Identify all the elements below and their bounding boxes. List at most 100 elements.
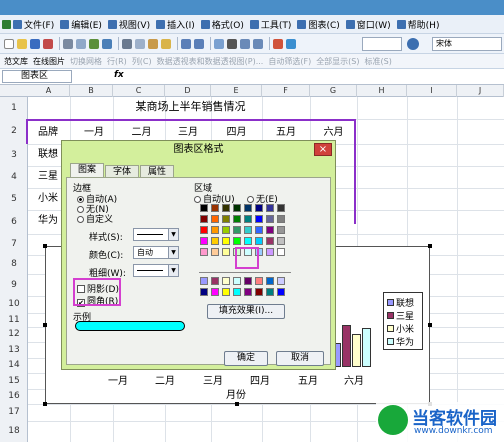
chart-handle[interactable] [43, 323, 47, 327]
palette-swatch[interactable] [233, 215, 241, 223]
palette-swatch[interactable] [222, 248, 230, 256]
open-folder-icon[interactable] [17, 38, 27, 49]
row-header[interactable]: 5 [0, 188, 28, 210]
weight-combobox[interactable]: ▼ [133, 264, 179, 277]
fill-effects-button[interactable]: 填充效果(I)... [207, 304, 285, 319]
chart-legend[interactable]: 联想 三星 小米 华为 [383, 292, 423, 350]
menu-item[interactable]: 文件(F) [13, 18, 54, 31]
row-header[interactable]: 3 [0, 144, 28, 166]
palette-swatch[interactable] [200, 215, 208, 223]
save-icon[interactable] [30, 38, 40, 49]
row-header[interactable]: 14 [0, 358, 28, 373]
row-header[interactable]: 12 [0, 327, 28, 342]
row-header[interactable]: 6 [0, 210, 28, 234]
menu-item[interactable]: 视图(V) [107, 18, 150, 31]
toolbar2-item-standard[interactable]: 标准(S) [365, 56, 392, 67]
row-header[interactable]: 17 [0, 404, 28, 421]
ok-button[interactable]: 确定 [224, 351, 268, 366]
palette-swatch[interactable] [244, 215, 252, 223]
row-header[interactable]: 11 [0, 313, 28, 327]
copy-icon[interactable] [135, 38, 145, 49]
palette-swatch[interactable] [222, 237, 230, 245]
palette-swatch[interactable] [277, 215, 285, 223]
paste-icon[interactable] [148, 38, 158, 49]
legend-item[interactable]: 小米 [387, 322, 414, 335]
palette-swatch[interactable] [255, 277, 263, 285]
spelling-icon[interactable] [89, 38, 99, 49]
color-combobox[interactable]: 自动 ▼ [133, 246, 179, 259]
toolbar2-item-row[interactable]: 行(R) [107, 56, 127, 67]
palette-swatch[interactable] [222, 226, 230, 234]
chart-handle[interactable] [428, 244, 432, 248]
sort-descending-icon[interactable] [253, 38, 263, 49]
palette-swatch[interactable] [233, 226, 241, 234]
palette-swatch[interactable] [255, 237, 263, 245]
row-header[interactable]: 15 [0, 373, 28, 389]
palette-swatch[interactable] [244, 277, 252, 285]
autosum-icon[interactable] [227, 38, 237, 49]
row-header[interactable]: 10 [0, 296, 28, 313]
chart-bar[interactable] [352, 334, 361, 367]
palette-swatch[interactable] [211, 226, 219, 234]
row-header[interactable]: 8 [0, 255, 28, 274]
hyperlink-icon[interactable] [214, 38, 224, 49]
zoom-combobox[interactable] [362, 37, 402, 51]
palette-swatch[interactable] [266, 237, 274, 245]
column-header[interactable]: E [211, 85, 262, 97]
menu-item[interactable]: 窗口(W) [345, 18, 391, 31]
palette-swatch[interactable] [200, 226, 208, 234]
help-icon[interactable] [407, 38, 419, 50]
palette-swatch[interactable] [211, 288, 219, 296]
chart-handle[interactable] [43, 402, 47, 406]
row-header[interactable]: 7 [0, 234, 28, 255]
font-name-combobox[interactable]: 宋体 [432, 37, 502, 51]
menu-item[interactable]: 帮助(H) [396, 18, 439, 31]
column-header[interactable]: D [165, 85, 211, 97]
chart-handle[interactable] [43, 244, 47, 248]
palette-swatch[interactable] [266, 215, 274, 223]
palette-swatch[interactable] [233, 204, 241, 212]
legend-item[interactable]: 联想 [387, 296, 414, 309]
column-header[interactable]: H [357, 85, 407, 97]
print-preview-icon[interactable] [76, 38, 86, 49]
row-header[interactable]: 13 [0, 342, 28, 358]
sort-ascending-icon[interactable] [240, 38, 250, 49]
redo-icon[interactable] [194, 38, 204, 49]
chart-bar[interactable] [362, 328, 371, 367]
column-header[interactable]: A [28, 85, 70, 97]
palette-swatch[interactable] [211, 237, 219, 245]
palette-swatch[interactable] [211, 204, 219, 212]
palette-swatch[interactable] [200, 248, 208, 256]
palette-swatch[interactable] [277, 288, 285, 296]
menu-item[interactable]: 插入(I) [156, 18, 195, 31]
print-icon[interactable] [63, 38, 73, 49]
row-header[interactable]: 1 [0, 97, 28, 119]
format-painter-icon[interactable] [161, 38, 171, 49]
palette-swatch[interactable] [211, 215, 219, 223]
name-box[interactable]: 图表区 [2, 70, 72, 83]
palette-swatch[interactable] [233, 277, 241, 285]
palette-swatch[interactable] [222, 288, 230, 296]
palette-swatch[interactable] [255, 215, 263, 223]
undo-icon[interactable] [181, 38, 191, 49]
row-header[interactable]: 9 [0, 274, 28, 296]
column-header[interactable]: B [70, 85, 113, 97]
row-header[interactable]: 18 [0, 421, 28, 442]
palette-swatch[interactable] [244, 226, 252, 234]
row-header[interactable]: 16 [0, 389, 28, 404]
palette-swatch[interactable] [211, 248, 219, 256]
row-header[interactable]: 4 [0, 166, 28, 188]
toolbar2-item-fanwenku[interactable]: 范文库 [4, 56, 28, 67]
style-combobox[interactable]: ▼ [133, 228, 179, 241]
toolbar2-item-column[interactable]: 列(C) [132, 56, 152, 67]
palette-swatch[interactable] [266, 204, 274, 212]
palette-swatch[interactable] [244, 204, 252, 212]
palette-swatch[interactable] [244, 237, 252, 245]
palette-swatch[interactable] [222, 215, 230, 223]
menu-item[interactable]: 格式(O) [200, 18, 244, 31]
palette-swatch[interactable] [277, 204, 285, 212]
palette-swatch[interactable] [277, 237, 285, 245]
menu-item[interactable]: 图表(C) [297, 18, 340, 31]
palette-swatch[interactable] [222, 204, 230, 212]
column-header[interactable]: C [113, 85, 165, 97]
